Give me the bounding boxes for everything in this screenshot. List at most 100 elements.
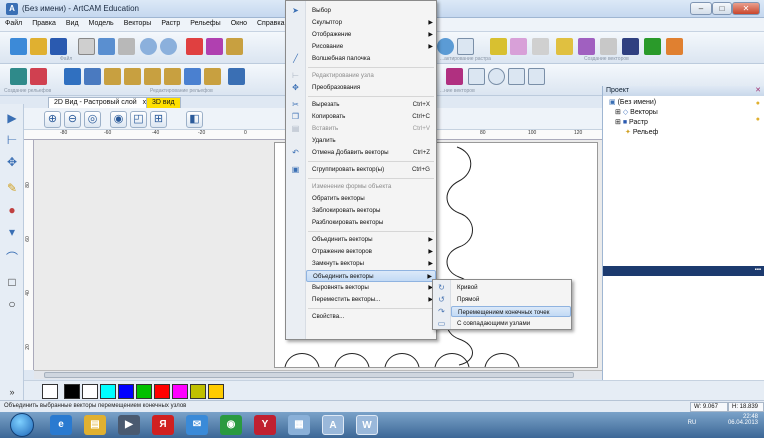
circle-tool-icon[interactable] [437, 38, 454, 55]
node-tool-icon[interactable] [457, 38, 474, 55]
rectangle-tool-icon[interactable]: □ [4, 274, 20, 290]
relief-blend-icon[interactable] [164, 68, 181, 85]
menu-window[interactable]: Окно [226, 18, 252, 27]
palette-swatch[interactable] [100, 384, 116, 399]
clock[interactable]: 22:48 06.04.2013 [728, 414, 758, 426]
palette-swatch[interactable] [136, 384, 152, 399]
vector-align-icon[interactable] [528, 68, 545, 85]
context-menu-item[interactable]: Отмена Добавить векторы Ctrl+Z [306, 147, 436, 159]
menu-edit[interactable]: Правка [27, 18, 61, 27]
relief-smooth-icon[interactable] [64, 68, 81, 85]
word-icon[interactable]: W [356, 415, 378, 435]
redo-icon[interactable] [160, 38, 177, 55]
paste-icon[interactable] [118, 38, 135, 55]
scale-icon[interactable] [186, 38, 203, 55]
palette-swatch[interactable] [118, 384, 134, 399]
context-menu-item[interactable]: Удалить [306, 135, 436, 147]
vector-trim-icon[interactable] [468, 68, 485, 85]
horizontal-scrollbar[interactable] [34, 370, 602, 379]
context-menu-item[interactable]: Выровнять векторы ▶ [306, 282, 436, 294]
context-menu-item[interactable]: Разблокировать векторы [306, 217, 436, 229]
zoom-box-icon[interactable]: ◰ [130, 111, 147, 128]
tree-item-raster[interactable]: ⊞ ■ Растр [615, 118, 648, 126]
select-tool-icon[interactable]: ▶ [4, 110, 20, 126]
menu-reliefs[interactable]: Рельефы [185, 18, 225, 27]
menu-vectors[interactable]: Векторы [119, 18, 157, 27]
copy-icon[interactable] [98, 38, 115, 55]
context-menu-item[interactable]: Редактирование узла [306, 70, 436, 82]
vector-tool-icon[interactable] [490, 38, 507, 55]
shape-icon[interactable] [206, 38, 223, 55]
panel-buttons-icon[interactable]: ▪▪▪ [755, 267, 761, 273]
context-menu-item[interactable]: Волшебная палочка [306, 53, 436, 65]
context-menu-item[interactable]: Преобразования [306, 82, 436, 94]
save-icon[interactable] [50, 38, 67, 55]
vector-join-icon[interactable] [508, 68, 525, 85]
zoom-all-icon[interactable]: ⊞ [150, 111, 167, 128]
media-icon[interactable]: ▶ [118, 415, 140, 435]
text-tool-icon[interactable] [600, 38, 617, 55]
bezier-icon[interactable] [510, 38, 527, 55]
artcam-taskbar-icon[interactable]: A [322, 415, 344, 435]
relief-move-icon[interactable] [204, 68, 221, 85]
context-menu-item[interactable]: Вставить Ctrl+V [306, 123, 436, 135]
context-menu-item[interactable]: Выбор [306, 5, 436, 17]
context-menu-item[interactable]: Изменение формы объекта [306, 181, 436, 193]
vector-fillet-icon[interactable] [488, 68, 505, 85]
zoom-in-icon[interactable]: ⊕ [44, 111, 61, 128]
context-menu-item[interactable]: Копировать Ctrl+C [306, 111, 436, 123]
context-menu-item[interactable]: Свойства... [306, 311, 436, 323]
texture-icon[interactable] [666, 38, 683, 55]
menu-model[interactable]: Модель [84, 18, 119, 27]
scrollbar-thumb[interactable] [44, 372, 574, 378]
spiral-icon[interactable] [578, 38, 595, 55]
submenu-item[interactable]: Кривой [451, 282, 571, 293]
eyedropper-tool-icon[interactable]: ▾ [4, 224, 20, 240]
maximize-button[interactable]: □ [712, 2, 732, 15]
context-menu-item[interactable]: Сгруппировать вектор(ы) Ctrl+G [306, 164, 436, 176]
tab-2d-view[interactable]: 2D Вид - Растровый слой x [48, 97, 153, 108]
panel-close-icon[interactable]: ✕ [755, 86, 761, 94]
expand-icon[interactable]: ⊞ [615, 109, 621, 116]
zoom-previous-icon[interactable]: ◎ [84, 111, 101, 128]
tree-root[interactable]: ▣ (Без имени) [609, 98, 656, 106]
menu-raster[interactable]: Растр [156, 18, 185, 27]
context-menu-item[interactable]: Замкнуть векторы ▶ [306, 258, 436, 270]
zoom-fit-icon[interactable]: ◉ [110, 111, 127, 128]
expand-icon[interactable]: » [4, 384, 20, 400]
undo-icon[interactable] [140, 38, 157, 55]
fill-tool-icon[interactable]: ● [4, 202, 20, 218]
lightbulb-icon[interactable]: ● [756, 116, 760, 123]
palette-swatch[interactable] [82, 384, 98, 399]
relief-add-icon[interactable] [30, 68, 47, 85]
transform-tool-icon[interactable]: ✥ [4, 154, 20, 170]
relief-mirror-icon[interactable] [184, 68, 201, 85]
arrow-shape-icon[interactable] [532, 38, 549, 55]
palette-swatch[interactable] [172, 384, 188, 399]
app-icon[interactable]: Y [254, 415, 276, 435]
palette-swatch[interactable] [154, 384, 170, 399]
new-file-icon[interactable] [10, 38, 27, 55]
relief-offset-icon[interactable] [124, 68, 141, 85]
lightbulb-icon[interactable]: ● [756, 100, 760, 107]
relief-scale-icon[interactable] [104, 68, 121, 85]
chrome-icon[interactable]: ◉ [220, 415, 242, 435]
brush-tool-icon[interactable]: ✎ [4, 180, 20, 196]
mail-icon[interactable]: ✉ [186, 415, 208, 435]
palette-swatch[interactable] [64, 384, 80, 399]
image-icon[interactable] [622, 38, 639, 55]
context-menu-item[interactable]: Скульптор ▶ [306, 17, 436, 29]
submenu-item[interactable]: Перемещением конечных точек [451, 306, 571, 317]
view-settings-icon[interactable]: ◧ [186, 111, 203, 128]
zoom-out-icon[interactable]: ⊖ [64, 111, 81, 128]
star-icon[interactable] [556, 38, 573, 55]
context-menu-item[interactable]: Отображение ▶ [306, 29, 436, 41]
submenu-item[interactable]: Прямой [451, 294, 571, 305]
context-menu-item[interactable]: Вырезать Ctrl+X [306, 99, 436, 111]
context-menu-item[interactable]: Обратить векторы [306, 193, 436, 205]
relief-tool-icon[interactable] [226, 38, 243, 55]
context-menu-item[interactable]: Объединить векторы ▶ [306, 270, 436, 282]
open-file-icon[interactable] [30, 38, 47, 55]
vector-weld-icon[interactable] [446, 68, 463, 85]
relief-bake-icon[interactable] [228, 68, 245, 85]
